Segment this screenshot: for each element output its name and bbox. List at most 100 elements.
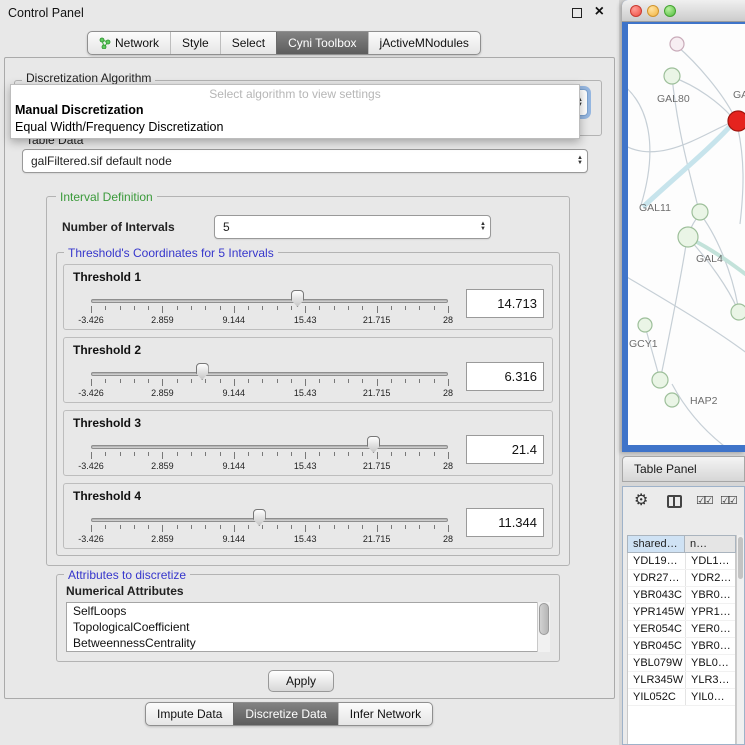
table-cell[interactable]: YIL052C — [628, 689, 686, 705]
tab-impute-data[interactable]: Impute Data — [146, 703, 233, 725]
table-scrollbar-thumb[interactable] — [738, 537, 743, 579]
table-cell[interactable]: YDL19… — [628, 553, 686, 569]
table-row[interactable]: YBR043CYBR0… — [628, 587, 735, 604]
network-canvas[interactable]: GAL80 GA GAL11 GAL4 GCY1 HAP2 — [628, 24, 745, 445]
network-graph[interactable]: GAL80 GA GAL11 GAL4 GCY1 HAP2 — [628, 24, 745, 445]
attribute-item[interactable]: SelfLoops — [67, 603, 549, 619]
table-scrollbar[interactable] — [736, 535, 744, 744]
threshold-value-field[interactable]: 21.4 — [466, 435, 544, 464]
table-cell[interactable]: YER0… — [686, 621, 735, 637]
combo-stepper-icon[interactable]: ▲▼ — [480, 222, 486, 232]
table-row[interactable]: YLR345WYLR3… — [628, 672, 735, 689]
selected-node[interactable] — [728, 111, 745, 131]
table-row[interactable]: YER054CYER0… — [628, 621, 735, 638]
table-data-combobox[interactable]: galFiltered.sif default node ▲▼ — [22, 149, 588, 173]
table-cell[interactable]: YDR27… — [628, 570, 686, 586]
table-cell[interactable]: YIL0… — [686, 689, 735, 705]
tick-mark — [419, 452, 420, 456]
tick-mark — [391, 306, 392, 310]
zoom-traffic-light-icon[interactable] — [664, 5, 676, 17]
column-header-shared[interactable]: shared… — [627, 535, 685, 553]
table-cell[interactable]: YLR3… — [686, 672, 735, 688]
unselect-all-checkboxes-icon[interactable]: ☑☑ — [720, 494, 736, 507]
threshold-2-slider[interactable]: -3.4262.8599.14415.4321.71528 — [91, 360, 448, 402]
tab-style[interactable]: Style — [170, 32, 220, 54]
network-node[interactable] — [731, 304, 745, 320]
select-all-checkboxes-icon[interactable]: ☑☑ — [696, 494, 712, 507]
tab-select[interactable]: Select — [220, 32, 276, 54]
threshold-value-field[interactable]: 14.713 — [466, 289, 544, 318]
slider-thumb[interactable] — [367, 436, 380, 453]
apply-button[interactable]: Apply — [268, 670, 334, 692]
combo-stepper-icon[interactable]: ▲▼ — [577, 156, 583, 166]
slider-thumb[interactable] — [196, 363, 209, 380]
minimize-traffic-light-icon[interactable] — [647, 5, 659, 17]
slider-track[interactable] — [91, 518, 448, 522]
table-cell[interactable]: YER054C — [628, 621, 686, 637]
numerical-attributes-list[interactable]: SelfLoopsTopologicalCoefficientBetweenne… — [66, 602, 550, 652]
table-cell[interactable]: YBR045C — [628, 638, 686, 654]
threshold-1-slider[interactable]: -3.4262.8599.14415.4321.71528 — [91, 287, 448, 329]
column-header-name[interactable]: n… — [685, 535, 736, 553]
table-row[interactable]: YBR045CYBR0… — [628, 638, 735, 655]
table-cell[interactable]: YBR0… — [686, 587, 735, 603]
tab-jactivemnodules[interactable]: jActiveMNodules — [368, 32, 480, 54]
table-cell[interactable]: YPR145W — [628, 604, 686, 620]
network-node-gcy1[interactable] — [638, 318, 652, 332]
network-node[interactable] — [652, 372, 668, 388]
threshold-value-field[interactable]: 6.316 — [466, 362, 544, 391]
table-cell[interactable]: YDR2… — [686, 570, 735, 586]
table-panel-titlebar[interactable]: Table Panel — [622, 456, 745, 482]
network-window-titlebar[interactable] — [622, 0, 745, 22]
tick-mark — [262, 379, 263, 383]
table-cell[interactable]: YBR043C — [628, 587, 686, 603]
table-row[interactable]: YIL052CYIL0… — [628, 689, 735, 706]
network-node-gal4[interactable] — [678, 227, 698, 247]
table-cell[interactable]: YBL079W — [628, 655, 686, 671]
tab-discretize-data[interactable]: Discretize Data — [233, 703, 337, 725]
highlighted-edge[interactable] — [643, 123, 733, 207]
table-cell[interactable]: YLR345W — [628, 672, 686, 688]
slider-track[interactable] — [91, 372, 448, 376]
column-chooser-icon[interactable] — [667, 495, 682, 508]
tick-mark — [291, 525, 292, 529]
attribute-item[interactable]: TopologicalCoefficient — [67, 619, 549, 635]
algorithm-option-manual[interactable]: Manual Discretization — [11, 102, 579, 119]
scrollbar-thumb[interactable] — [539, 603, 549, 635]
table-cell[interactable]: YBR0… — [686, 638, 735, 654]
tick-mark — [205, 306, 206, 310]
attributes-scrollbar[interactable] — [537, 602, 550, 652]
threshold-3-slider[interactable]: -3.4262.8599.14415.4321.71528 — [91, 433, 448, 475]
network-node-gal80[interactable] — [664, 68, 680, 84]
slider-thumb[interactable] — [253, 509, 266, 526]
table-cell[interactable]: YPR1… — [686, 604, 735, 620]
slider-thumb[interactable] — [291, 290, 304, 307]
scale-label: 9.144 — [223, 461, 246, 471]
threshold-4-slider[interactable]: -3.4262.8599.14415.4321.71528 — [91, 506, 448, 548]
table-cell[interactable]: YBL0… — [686, 655, 735, 671]
table-row[interactable]: YDL19…YDL1… — [628, 553, 735, 570]
slider-track[interactable] — [91, 299, 448, 303]
network-node-hap2[interactable] — [665, 393, 679, 407]
tab-infer-network[interactable]: Infer Network — [338, 703, 432, 725]
table-row[interactable]: YBL079WYBL0… — [628, 655, 735, 672]
table-row[interactable]: YPR145WYPR1… — [628, 604, 735, 621]
tab-cyni-toolbox[interactable]: Cyni Toolbox — [276, 32, 367, 54]
network-node[interactable] — [670, 37, 684, 51]
settings-gear-icon[interactable]: ⚙ — [634, 490, 648, 510]
table-cell[interactable]: YDL1… — [686, 553, 735, 569]
close-icon[interactable]: × — [595, 3, 604, 21]
slider-track[interactable] — [91, 445, 448, 449]
threshold-label: Threshold 4 — [73, 489, 141, 503]
num-intervals-combobox[interactable]: 5 ▲▼ — [214, 215, 491, 239]
tab-network[interactable]: Network — [88, 32, 170, 54]
network-node-gal11[interactable] — [692, 204, 708, 220]
close-traffic-light-icon[interactable] — [630, 5, 642, 17]
attribute-item[interactable]: BetweennessCentrality — [67, 635, 549, 651]
table-row[interactable]: YDR27…YDR2… — [628, 570, 735, 587]
threshold-label: Threshold 2 — [73, 343, 141, 357]
float-window-icon[interactable] — [572, 8, 582, 18]
algorithm-option-equal-width[interactable]: Equal Width/Frequency Discretization — [11, 119, 579, 136]
tick-mark — [362, 306, 363, 310]
threshold-value-field[interactable]: 11.344 — [466, 508, 544, 537]
